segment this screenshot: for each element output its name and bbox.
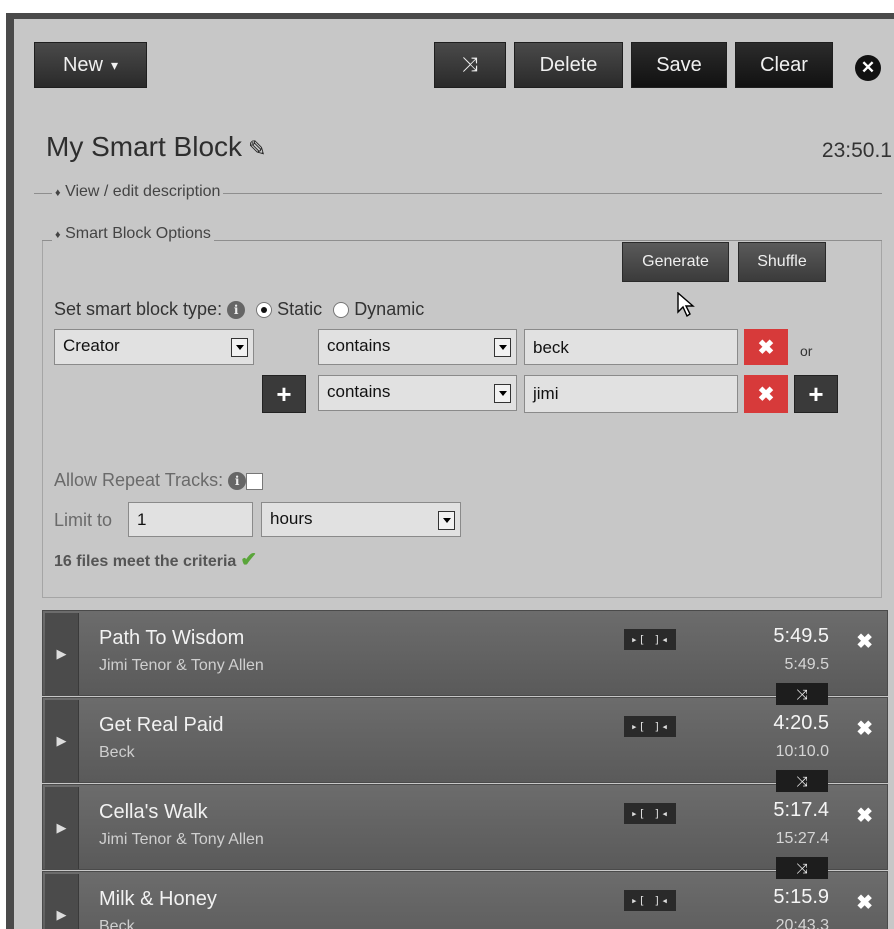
- clear-button[interactable]: Clear: [735, 42, 833, 88]
- block-duration: 23:50.1: [821, 139, 892, 162]
- smart-block-options: [42, 240, 882, 598]
- track-length: 5:15.9: [773, 886, 829, 908]
- repeat-checkbox[interactable]: [246, 472, 264, 490]
- mouse-cursor-icon: [677, 292, 695, 318]
- sort-arrows-icon: ♦: [55, 229, 61, 241]
- track-artist: Jimi Tenor & Tony Allen: [99, 831, 264, 848]
- radio-static[interactable]: [256, 302, 273, 319]
- track-row[interactable]: ▶ Cella's Walk Jimi Tenor & Tony Allen ▸…: [42, 784, 888, 879]
- track-title: Path To Wisdom: [99, 627, 245, 649]
- criteria-field-value: Creator: [63, 336, 120, 355]
- track-artist: Beck: [99, 744, 135, 761]
- criteria-value-input[interactable]: beck: [524, 329, 738, 365]
- remove-track-icon[interactable]: ✖: [856, 803, 873, 828]
- track-length: 4:20.5: [773, 712, 829, 734]
- dropdown-arrow-icon: [494, 338, 511, 357]
- limit-label: Limit to: [54, 510, 113, 530]
- play-icon[interactable]: ▶: [45, 700, 79, 782]
- track-title: Get Real Paid: [99, 714, 224, 736]
- track-cumulative: 10:10.0: [775, 743, 829, 760]
- block-type-label: Set smart block type:: [54, 299, 223, 319]
- remove-track-icon[interactable]: ✖: [856, 716, 873, 741]
- radio-dynamic-label: Dynamic: [354, 299, 425, 319]
- smart-block-editor: New ▾ ⤨ Delete Save Clear ✕ My Smart Blo…: [6, 13, 894, 929]
- repeat-row: Allow Repeat Tracks: i: [54, 470, 264, 491]
- dropdown-arrow-icon: [438, 511, 455, 530]
- block-title: My Smart Block ✎: [46, 131, 266, 163]
- block-type-row: Set smart block type: i Static Dynamic: [54, 299, 424, 320]
- result-summary: 16 files meet the criteria ✔: [54, 547, 257, 572]
- sort-arrows-icon: ♦: [55, 187, 61, 199]
- criteria-modifier-value: contains: [327, 336, 391, 355]
- new-button[interactable]: New ▾: [34, 42, 147, 88]
- add-criteria-icon[interactable]: +: [262, 375, 306, 413]
- track-artist: Beck: [99, 918, 135, 929]
- criteria-field-select[interactable]: Creator: [54, 329, 254, 365]
- repeat-label: Allow Repeat Tracks:: [54, 470, 224, 490]
- crossfade-icon[interactable]: ⤨: [776, 857, 828, 879]
- info-icon[interactable]: i: [227, 301, 246, 320]
- remove-criteria-icon[interactable]: ✖: [744, 329, 788, 365]
- track-length: 5:49.5: [773, 625, 829, 647]
- save-button[interactable]: Save: [631, 42, 727, 88]
- cue-points-icon[interactable]: ▸[ ]◂: [624, 803, 676, 824]
- delete-button[interactable]: Delete: [514, 42, 623, 88]
- crossfade-icon[interactable]: ⤨: [776, 770, 828, 792]
- radio-static-label: Static: [277, 299, 323, 319]
- track-row[interactable]: ▶ Path To Wisdom Jimi Tenor & Tony Allen…: [42, 610, 888, 705]
- result-text: 16 files meet the criteria: [54, 553, 237, 570]
- close-icon[interactable]: ✕: [855, 55, 881, 81]
- options-legend: Smart Block Options: [65, 225, 211, 242]
- play-icon[interactable]: ▶: [45, 787, 79, 869]
- checkmark-icon: ✔: [240, 549, 258, 571]
- dropdown-arrow-icon: [494, 384, 511, 403]
- limit-unit-value: hours: [270, 509, 313, 528]
- shuffle-button[interactable]: Shuffle: [738, 242, 826, 282]
- criteria-joiner: or: [800, 343, 813, 359]
- chevron-down-icon: ▾: [110, 56, 119, 73]
- criteria-modifier-select[interactable]: contains: [318, 329, 517, 365]
- crossfade-icon[interactable]: ⤨: [776, 683, 828, 705]
- pencil-icon[interactable]: ✎: [248, 136, 266, 161]
- shuffle-icon-button[interactable]: ⤨: [434, 42, 506, 88]
- track-cumulative: 20:43.3: [775, 917, 829, 929]
- generate-button[interactable]: Generate: [622, 242, 729, 282]
- track-length: 5:17.4: [773, 799, 829, 821]
- info-icon[interactable]: i: [228, 472, 247, 491]
- track-title: Cella's Walk: [99, 801, 208, 823]
- criteria-modifier-value: contains: [327, 382, 391, 401]
- play-icon[interactable]: ▶: [45, 874, 79, 929]
- track-title: Milk & Honey: [99, 888, 217, 910]
- track-artist: Jimi Tenor & Tony Allen: [99, 657, 264, 674]
- cue-points-icon[interactable]: ▸[ ]◂: [624, 716, 676, 737]
- description-toggle[interactable]: ♦ View / edit description: [52, 183, 224, 201]
- play-icon[interactable]: ▶: [45, 613, 79, 695]
- cue-points-icon[interactable]: ▸[ ]◂: [624, 629, 676, 650]
- criteria-value-input[interactable]: jimi: [524, 375, 738, 413]
- radio-dynamic[interactable]: [333, 302, 350, 319]
- shuffle-icon: ⤨: [462, 53, 478, 76]
- limit-value-input[interactable]: 1: [128, 502, 253, 537]
- dropdown-arrow-icon: [231, 338, 248, 357]
- new-label: New: [62, 53, 103, 76]
- remove-track-icon[interactable]: ✖: [856, 629, 873, 654]
- add-modifier-icon[interactable]: +: [794, 375, 838, 413]
- track-row[interactable]: ▶ Get Real Paid Beck ▸[ ]◂ 4:20.5 10:10.…: [42, 697, 888, 792]
- remove-track-icon[interactable]: ✖: [856, 890, 873, 915]
- block-title-text: My Smart Block: [46, 131, 243, 162]
- limit-unit-select[interactable]: hours: [261, 502, 461, 537]
- remove-criteria-icon[interactable]: ✖: [744, 375, 788, 413]
- options-toggle[interactable]: ♦ Smart Block Options: [52, 225, 214, 243]
- description-toggle-label: View / edit description: [65, 183, 221, 200]
- cue-points-icon[interactable]: ▸[ ]◂: [624, 890, 676, 911]
- track-row[interactable]: ▶ Milk & Honey Beck ▸[ ]◂ 5:15.9 20:43.3…: [42, 871, 888, 929]
- track-cumulative: 15:27.4: [775, 830, 829, 847]
- track-cumulative: 5:49.5: [784, 656, 829, 673]
- criteria-modifier-select[interactable]: contains: [318, 375, 517, 411]
